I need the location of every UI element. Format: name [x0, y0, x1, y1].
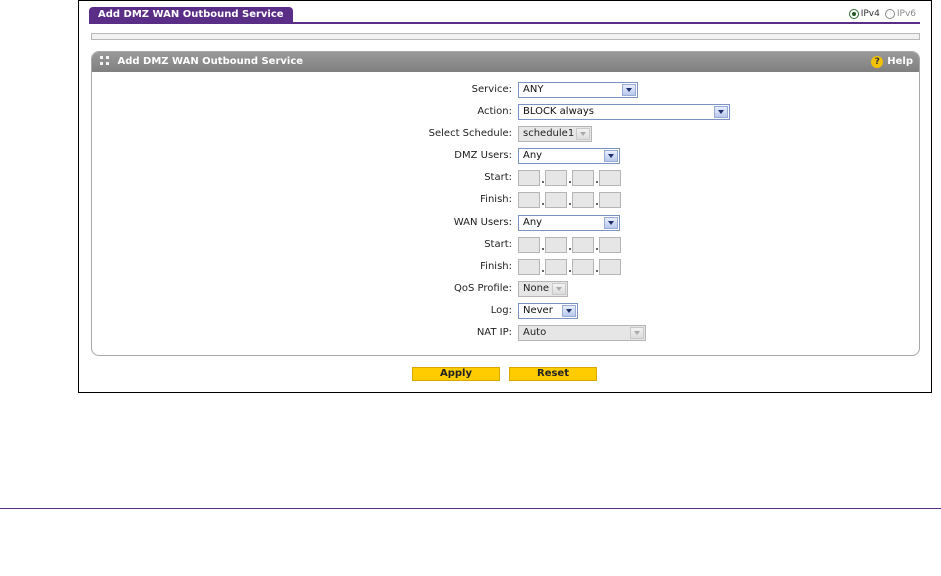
octet-dot [569, 181, 571, 183]
ipv4-radio[interactable] [848, 9, 859, 19]
chevron-down-icon [630, 327, 644, 339]
action-label: Action: [477, 106, 512, 117]
content-frame: Add DMZ WAN Outbound Service IPv4 IPv6 A… [78, 0, 932, 393]
dmz-finish-octet-4[interactable] [599, 192, 621, 208]
octet-dot [542, 203, 544, 205]
octet-dot [569, 270, 571, 272]
dmz-users-value: Any [523, 150, 543, 161]
octet-dot [542, 270, 544, 272]
nat-ip-label: NAT IP: [476, 327, 512, 338]
action-value: BLOCK always [523, 106, 595, 117]
nat-ip-select[interactable]: Auto [518, 325, 646, 341]
status-bar [91, 33, 920, 40]
dmz-start-octet-4[interactable] [599, 170, 621, 186]
service-select[interactable]: ANY [518, 82, 638, 98]
wan-finish-octet-1[interactable] [518, 259, 540, 275]
wan-start-octet-1[interactable] [518, 237, 540, 253]
wan-users-select[interactable]: Any [518, 215, 620, 231]
octet-dot [596, 181, 598, 183]
wan-finish-octet-3[interactable] [572, 259, 594, 275]
chevron-down-icon [622, 84, 636, 96]
ipv6-radio[interactable] [884, 9, 895, 19]
chevron-down-icon [562, 305, 576, 317]
qos-profile-row: QoS Profile: None [92, 281, 919, 297]
ip-version-selector: IPv4 IPv6 [848, 9, 919, 19]
service-label: Service: [471, 84, 512, 95]
action-row: Action: BLOCK always [92, 104, 919, 120]
wan-start-octet-2[interactable] [545, 237, 567, 253]
dmz-users-label: DMZ Users: [454, 150, 512, 161]
octet-dot [569, 248, 571, 250]
wan-users-value: Any [523, 217, 543, 228]
reset-button[interactable]: Reset [509, 367, 597, 381]
octet-dot [542, 181, 544, 183]
panel-header: Add DMZ WAN Outbound Service ? Help [92, 52, 919, 72]
qos-profile-value: None [523, 283, 550, 294]
log-label: Log: [490, 305, 512, 316]
chevron-down-icon [604, 150, 618, 162]
grid-icon [100, 56, 109, 65]
service-value: ANY [523, 84, 544, 95]
panel-title: Add DMZ WAN Outbound Service [117, 56, 304, 67]
dmz-finish-label: Finish: [480, 194, 512, 205]
dmz-start-label: Start: [484, 172, 512, 183]
dmz-start-octet-2[interactable] [545, 170, 567, 186]
service-panel: Add DMZ WAN Outbound Service ? Help Serv… [91, 51, 920, 356]
ipv4-label: IPv4 [860, 9, 880, 19]
help-link[interactable]: ? Help [871, 52, 913, 72]
action-select[interactable]: BLOCK always [518, 104, 730, 120]
wan-start-label: Start: [484, 239, 512, 250]
nat-ip-row: NAT IP: Auto [92, 325, 919, 341]
wan-start-row: Start: [92, 237, 919, 253]
footer-divider [0, 508, 941, 509]
octet-dot [596, 248, 598, 250]
wan-users-row: WAN Users: Any [92, 215, 919, 231]
page-tab[interactable]: Add DMZ WAN Outbound Service [89, 7, 293, 23]
schedule-select[interactable]: schedule1 [518, 126, 592, 142]
chevron-down-icon [552, 283, 566, 295]
octet-dot [596, 203, 598, 205]
nat-ip-value: Auto [523, 327, 547, 338]
dmz-start-octet-3[interactable] [572, 170, 594, 186]
qos-profile-select[interactable]: None [518, 281, 568, 297]
dmz-finish-octet-3[interactable] [572, 192, 594, 208]
help-icon: ? [871, 56, 884, 68]
chevron-down-icon [604, 217, 618, 229]
wan-finish-octet-4[interactable] [599, 259, 621, 275]
apply-button[interactable]: Apply [412, 367, 500, 381]
schedule-value: schedule1 [523, 128, 575, 139]
log-value: Never [523, 305, 553, 316]
wan-finish-row: Finish: [92, 259, 919, 275]
schedule-label: Select Schedule: [428, 128, 512, 139]
wan-finish-octet-2[interactable] [545, 259, 567, 275]
qos-profile-label: QoS Profile: [454, 283, 512, 294]
octet-dot [542, 248, 544, 250]
log-row: Log: Never [92, 303, 919, 319]
wan-start-octet-4[interactable] [599, 237, 621, 253]
schedule-row: Select Schedule: schedule1 [92, 126, 919, 142]
dmz-start-row: Start: [92, 170, 919, 186]
dmz-users-select[interactable]: Any [518, 148, 620, 164]
dmz-finish-octet-2[interactable] [545, 192, 567, 208]
dmz-start-octet-1[interactable] [518, 170, 540, 186]
help-label: Help [887, 56, 913, 67]
dmz-finish-row: Finish: [92, 192, 919, 208]
tab-underline [89, 22, 920, 24]
octet-dot [596, 270, 598, 272]
chevron-down-icon [576, 128, 590, 140]
wan-start-octet-3[interactable] [572, 237, 594, 253]
dmz-users-row: DMZ Users: Any [92, 148, 919, 164]
service-row: Service: ANY [92, 82, 919, 98]
wan-finish-label: Finish: [480, 261, 512, 272]
log-select[interactable]: Never [518, 303, 578, 319]
octet-dot [569, 203, 571, 205]
dmz-finish-octet-1[interactable] [518, 192, 540, 208]
ipv6-label: IPv6 [896, 9, 916, 19]
chevron-down-icon [714, 106, 728, 118]
wan-users-label: WAN Users: [453, 217, 512, 228]
